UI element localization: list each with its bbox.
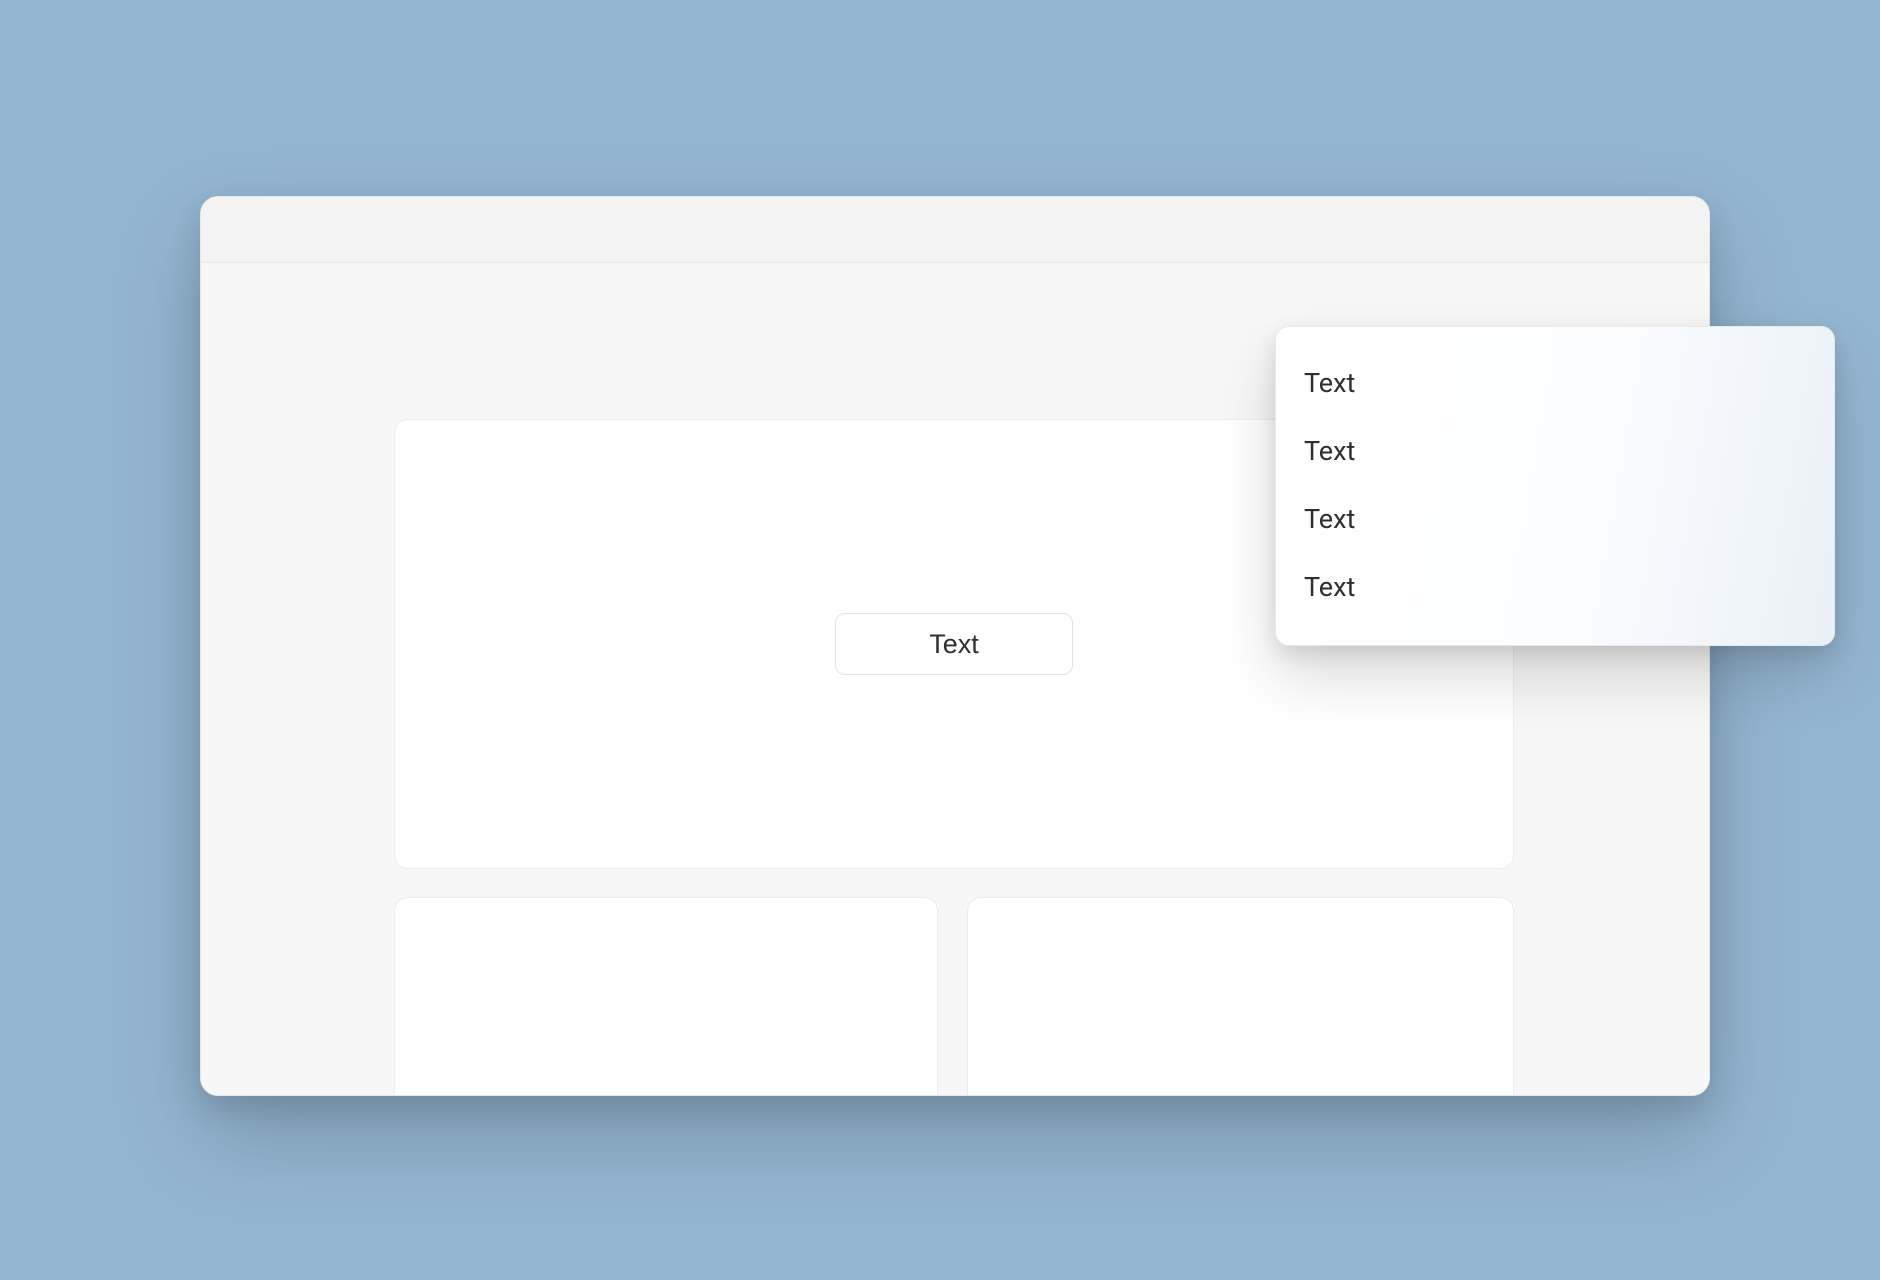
popover-item-1[interactable]: Text bbox=[1304, 417, 1806, 485]
sub-card-right bbox=[967, 897, 1514, 1096]
dropdown-popover: Text Text Text Text bbox=[1275, 326, 1835, 646]
popover-item-2[interactable]: Text bbox=[1304, 485, 1806, 553]
sub-card-left bbox=[394, 897, 938, 1096]
text-button[interactable]: Text bbox=[835, 613, 1073, 675]
popover-item-0[interactable]: Text bbox=[1304, 349, 1806, 417]
window-titlebar bbox=[201, 197, 1709, 263]
popover-item-3[interactable]: Text bbox=[1304, 553, 1806, 621]
